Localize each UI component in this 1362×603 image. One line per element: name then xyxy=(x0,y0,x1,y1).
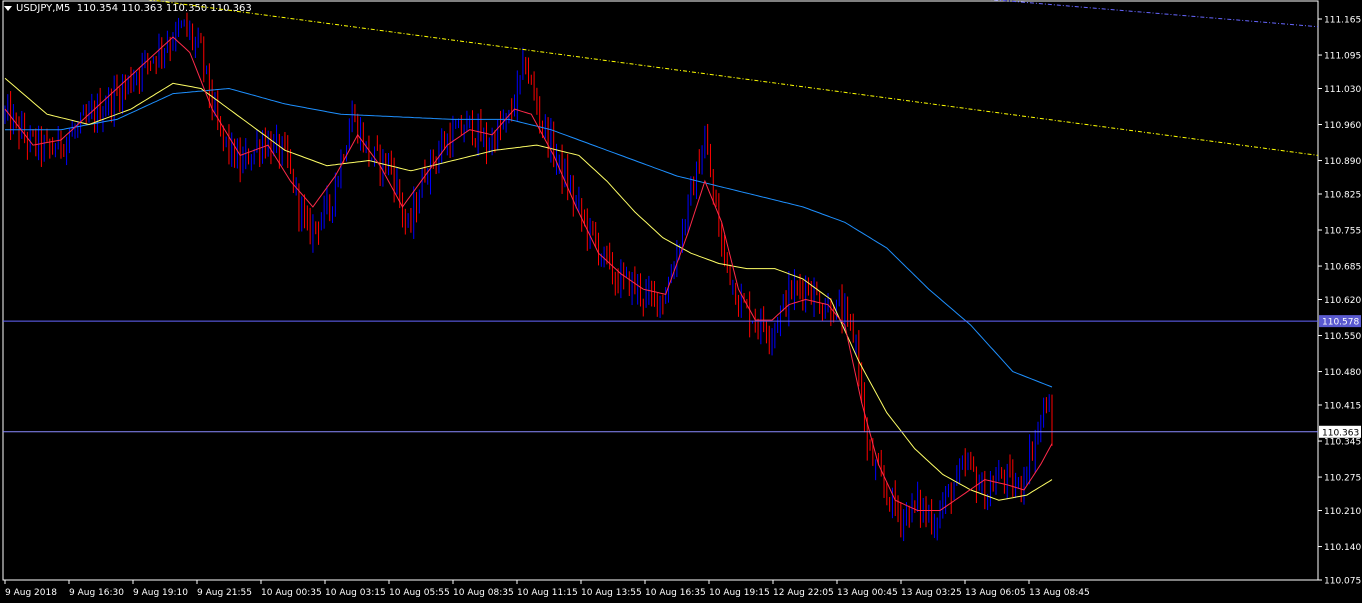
trend-line[interactable] xyxy=(5,0,1319,156)
x-tick-label: 12 Aug 22:05 xyxy=(773,588,834,598)
trend-line[interactable] xyxy=(761,0,1319,28)
price-chart[interactable]: 111.165 111.095 111.030 110.960 110.890 110.8… xyxy=(0,0,1362,603)
plot-frame xyxy=(2,0,1319,581)
y-tick-label: 110.140 xyxy=(1324,543,1361,553)
y-tick-label: 110.620 xyxy=(1324,296,1361,306)
x-tick-label: 9 Aug 2018 xyxy=(5,588,57,598)
y-tick-label: 111.030 xyxy=(1324,85,1361,95)
x-tick-label: 10 Aug 08:35 xyxy=(453,588,514,598)
x-tick-label: 13 Aug 00:45 xyxy=(837,588,898,598)
x-tick-label: 10 Aug 19:15 xyxy=(709,588,770,598)
x-tick-label: 10 Aug 03:15 xyxy=(325,588,386,598)
ma-fast-line xyxy=(4,36,1053,511)
y-tick-label: 110.890 xyxy=(1324,157,1361,167)
y-tick-label: 110.275 xyxy=(1324,474,1361,484)
x-tick-label: 10 Aug 00:35 xyxy=(261,588,322,598)
y-tick-label: 110.550 xyxy=(1324,332,1361,342)
ma-mid-line xyxy=(4,77,1053,501)
x-tick-label: 13 Aug 03:25 xyxy=(901,588,962,598)
y-tick-label: 110.960 xyxy=(1324,121,1361,131)
x-tick-label: 13 Aug 06:05 xyxy=(965,588,1026,598)
x-tick-label: 9 Aug 16:30 xyxy=(69,588,124,598)
y-tick-label: 110.480 xyxy=(1324,368,1361,378)
x-tick-label: 10 Aug 05:55 xyxy=(389,588,450,598)
price-label: 110.578 xyxy=(1322,318,1359,328)
y-tick-label: 110.755 xyxy=(1324,227,1361,237)
y-tick-label: 110.345 xyxy=(1324,438,1361,448)
x-tick-label: 9 Aug 21:55 xyxy=(197,588,252,598)
x-tick-label: 10 Aug 11:15 xyxy=(517,588,578,598)
y-tick-label: 111.165 xyxy=(1324,16,1361,26)
x-tick-label: 13 Aug 08:45 xyxy=(1029,588,1090,598)
x-tick-label: 9 Aug 19:10 xyxy=(133,588,188,598)
x-tick-label: 10 Aug 13:55 xyxy=(581,588,642,598)
y-tick-label: 110.075 xyxy=(1324,577,1361,587)
y-tick-label: 110.825 xyxy=(1324,191,1361,201)
x-tick-label: 10 Aug 16:35 xyxy=(645,588,706,598)
ma-slow-line xyxy=(5,87,1053,388)
y-tick-label: 110.415 xyxy=(1324,402,1361,412)
price-label: 110.363 xyxy=(1322,428,1359,438)
y-tick-label: 110.685 xyxy=(1324,263,1361,273)
y-tick-label: 111.095 xyxy=(1324,52,1361,62)
y-tick-label: 110.210 xyxy=(1324,507,1361,517)
